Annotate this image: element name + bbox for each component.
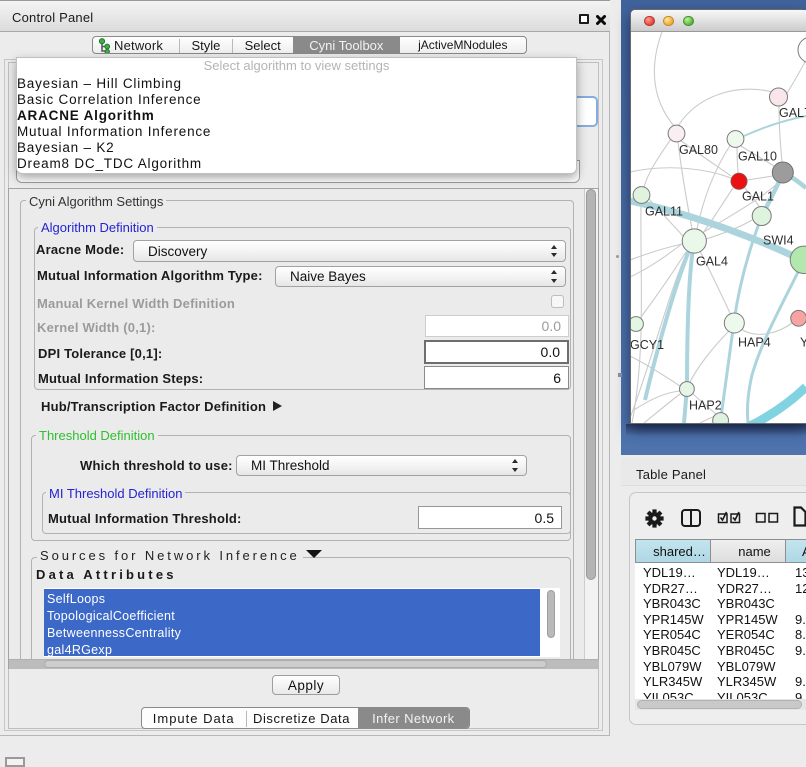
svg-text:GAL11: GAL11 xyxy=(645,205,683,219)
svg-text:GAL1: GAL1 xyxy=(742,190,774,204)
svg-text:HAP4: HAP4 xyxy=(738,336,771,350)
svg-text:Y: Y xyxy=(800,336,806,350)
svg-text:GAL4: GAL4 xyxy=(696,255,728,269)
svg-text:GAL80: GAL80 xyxy=(679,143,718,157)
svg-text:HAP2: HAP2 xyxy=(689,399,722,413)
svg-text:GAL10: GAL10 xyxy=(738,150,777,164)
svg-text:GCY1: GCY1 xyxy=(631,338,664,352)
svg-text:SWI4: SWI4 xyxy=(763,234,794,248)
svg-text:GAL7: GAL7 xyxy=(779,106,806,120)
